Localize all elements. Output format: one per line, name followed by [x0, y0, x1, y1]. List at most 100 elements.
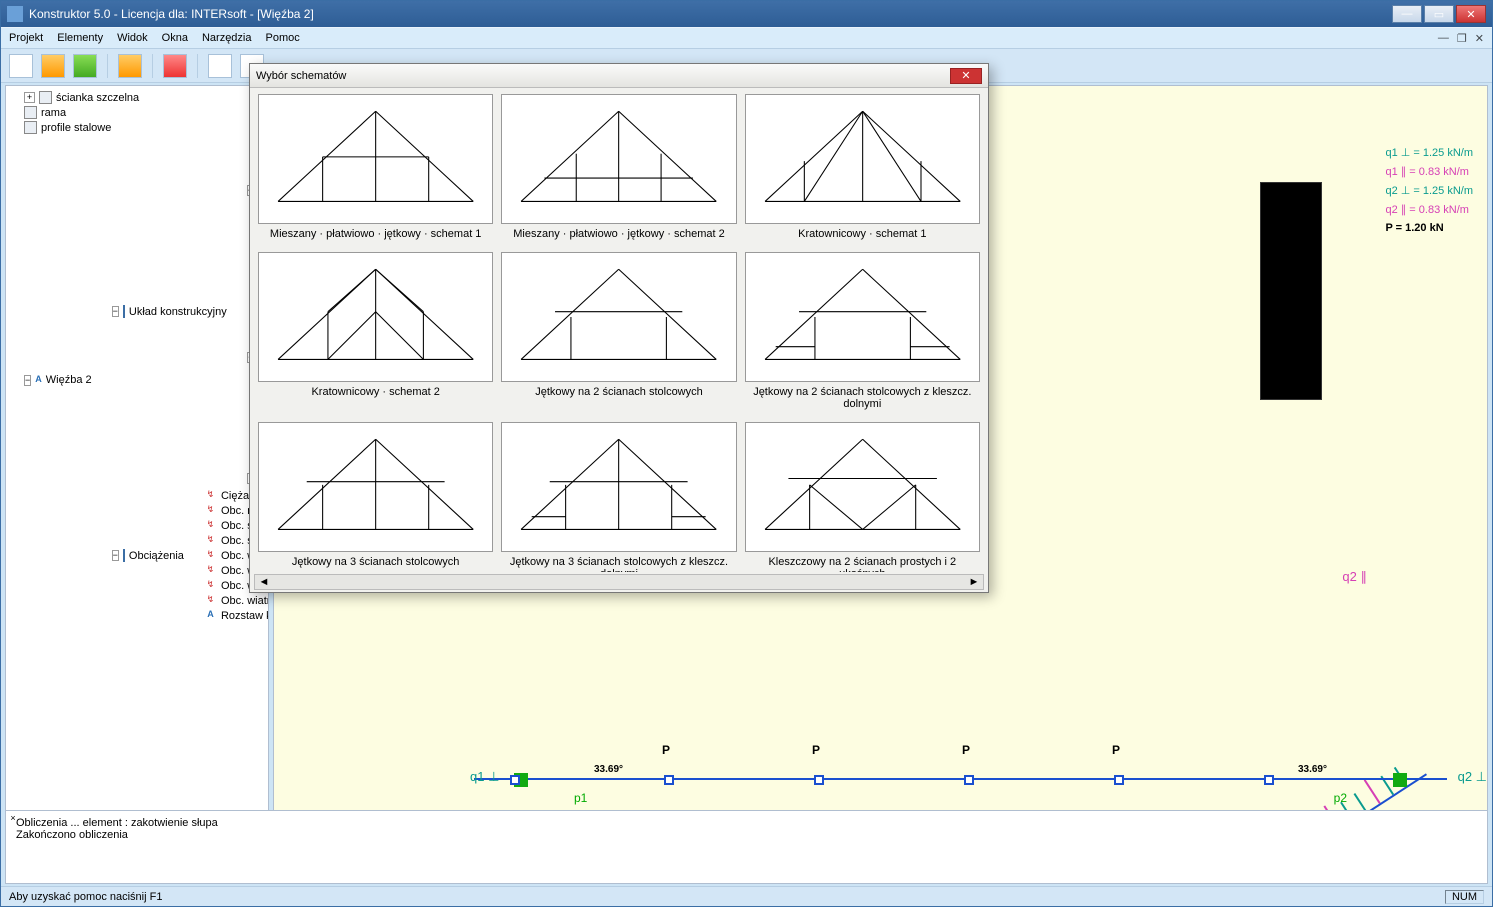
tb-open[interactable] [41, 54, 65, 78]
schema-thumb [501, 94, 736, 224]
item-icon [24, 121, 37, 134]
node [1264, 775, 1274, 785]
menu-widok[interactable]: Widok [117, 32, 148, 44]
support-p2-label: p2 [1334, 791, 1347, 805]
schema-thumb [258, 252, 493, 382]
project-tree-pane[interactable]: + ścianka szczelna rama profile stalowe −… [5, 85, 269, 856]
close-button[interactable]: ✕ [1456, 5, 1486, 23]
schema-thumb [501, 252, 736, 382]
node [814, 775, 824, 785]
window-title: Konstruktor 5.0 - Licencja dla: INTERsof… [29, 7, 1392, 21]
schema-option[interactable]: Kleszczowy na 2 ścianach prostych i 2 uk… [745, 422, 980, 572]
node [664, 775, 674, 785]
item-icon [39, 91, 52, 104]
load-icon: ↯ [204, 519, 217, 532]
tree-item-load[interactable]: Obc. wiatrem w2p = 0.30 kN/m2 [221, 595, 269, 607]
schema-option[interactable]: Jętkowy na 3 ścianach stolcowych [258, 422, 493, 572]
tb-delete[interactable] [163, 54, 187, 78]
schema-thumb [501, 422, 736, 552]
truss-icon: A [35, 374, 42, 387]
tree-item[interactable]: profile stalowe [41, 122, 111, 134]
support-right [1393, 773, 1407, 787]
schema-option[interactable]: Jętkowy na 2 ścianach stolcowych [501, 252, 736, 414]
schema-thumb [745, 252, 980, 382]
toolbar-separator [152, 54, 153, 78]
schema-option[interactable]: Kratownicowy · schemat 2 [258, 252, 493, 414]
menu-pomoc[interactable]: Pomoc [266, 32, 300, 44]
schema-dialog: Wybór schematów ✕ Mieszany · płatwiowo ·… [249, 63, 989, 593]
node [964, 775, 974, 785]
folder-icon [123, 549, 125, 562]
load-icon: ↯ [204, 489, 217, 502]
tb-save[interactable] [118, 54, 142, 78]
mdi-restore-icon[interactable]: ❐ [1457, 32, 1467, 45]
legend-q1-perp: q1 ⊥ = 1.25 kN/m [1385, 146, 1473, 159]
output-pane: × Obliczenia ... element : zakotwienie s… [5, 810, 1488, 884]
titlebar: Konstruktor 5.0 - Licencja dla: INTERsof… [1, 1, 1492, 27]
schema-caption: Kratownicowy · schemat 1 [745, 224, 980, 244]
legend-q2-par: q2 ∥ = 0.83 kN/m [1385, 203, 1473, 216]
mdi-close-icon[interactable]: ✕ [1475, 32, 1484, 45]
tree-item[interactable]: rama [41, 107, 66, 119]
menu-narzedzia[interactable]: Narzędzia [202, 32, 252, 44]
minimize-button[interactable]: — [1392, 5, 1422, 23]
folder-icon [123, 305, 125, 318]
dialog-hscrollbar[interactable]: ◄ ► [254, 574, 984, 590]
p-load-label: P [1112, 743, 1120, 757]
schema-caption: Jętkowy na 2 ścianach stolcowych z klesz… [745, 382, 980, 414]
tree-item-uklad[interactable]: Układ konstrukcyjny [129, 306, 227, 318]
load-icon: A [204, 609, 217, 622]
schema-caption: Jętkowy na 2 ścianach stolcowych [501, 382, 736, 402]
load-icon: ↯ [204, 534, 217, 547]
dialog-title: Wybór schematów [256, 70, 950, 82]
statusbar: Aby uzyskać pomoc naciśnij F1 NUM [1, 886, 1492, 906]
scroll-right-icon[interactable]: ► [967, 576, 981, 588]
output-close-icon[interactable]: × [8, 813, 18, 823]
schema-option[interactable]: Jętkowy na 2 ścianach stolcowych z klesz… [745, 252, 980, 414]
load-icon: ↯ [204, 564, 217, 577]
schema-thumb [745, 94, 980, 224]
dialog-titlebar[interactable]: Wybór schematów ✕ [250, 64, 988, 88]
app-window: Konstruktor 5.0 - Licencja dla: INTERsof… [0, 0, 1493, 907]
tree-item-load[interactable]: Rozstaw krokwi d = 1.00 m [221, 610, 269, 622]
angle-left: 33.69° [594, 764, 623, 775]
tb-new[interactable] [9, 54, 33, 78]
schema-thumb [258, 94, 493, 224]
tree-item-wiezba[interactable]: Więźba 2 [46, 374, 92, 386]
legend-q1-par: q1 ∥ = 0.83 kN/m [1385, 165, 1473, 178]
tb-doc1[interactable] [208, 54, 232, 78]
node [1114, 775, 1124, 785]
load-icon: ↯ [204, 579, 217, 592]
q2-par-label: q2 ∥ [1342, 569, 1367, 585]
mdi-minimize-icon[interactable]: — [1438, 32, 1449, 45]
q1-label: q1 ⊥ [470, 769, 499, 785]
menu-okna[interactable]: Okna [162, 32, 188, 44]
schema-option[interactable]: Mieszany · płatwiowo · jętkowy · schemat… [501, 94, 736, 244]
status-help: Aby uzyskać pomoc naciśnij F1 [9, 891, 162, 903]
load-icon: ↯ [204, 549, 217, 562]
schema-option[interactable]: Jętkowy na 3 ścianach stolcowych z klesz… [501, 422, 736, 572]
schema-caption: Kratownicowy · schemat 2 [258, 382, 493, 402]
scroll-left-icon[interactable]: ◄ [257, 576, 271, 588]
schema-caption: Jętkowy na 3 ścianach stolcowych z klesz… [501, 552, 736, 572]
expander-icon[interactable]: − [112, 306, 119, 317]
output-line: Zakończono obliczenia [16, 829, 1477, 841]
expander-icon[interactable]: + [24, 92, 35, 103]
expander-icon[interactable]: − [24, 375, 31, 386]
preview-panel [1260, 182, 1322, 400]
dialog-close-button[interactable]: ✕ [950, 68, 982, 84]
p-load-label: P [812, 743, 820, 757]
schema-caption: Jętkowy na 3 ścianach stolcowych [258, 552, 493, 572]
item-icon [24, 106, 37, 119]
expander-icon[interactable]: − [112, 550, 119, 561]
app-icon [7, 6, 23, 22]
menu-projekt[interactable]: Projekt [9, 32, 43, 44]
tb-open2[interactable] [73, 54, 97, 78]
tree-item-obciazenia[interactable]: Obciążenia [129, 550, 184, 562]
tree-item[interactable]: ścianka szczelna [56, 92, 139, 104]
menubar: Projekt Elementy Widok Okna Narzędzia Po… [1, 27, 1492, 49]
schema-option[interactable]: Kratownicowy · schemat 1 [745, 94, 980, 244]
schema-option[interactable]: Mieszany · płatwiowo · jętkowy · schemat… [258, 94, 493, 244]
maximize-button[interactable]: ▭ [1424, 5, 1454, 23]
menu-elementy[interactable]: Elementy [57, 32, 103, 44]
